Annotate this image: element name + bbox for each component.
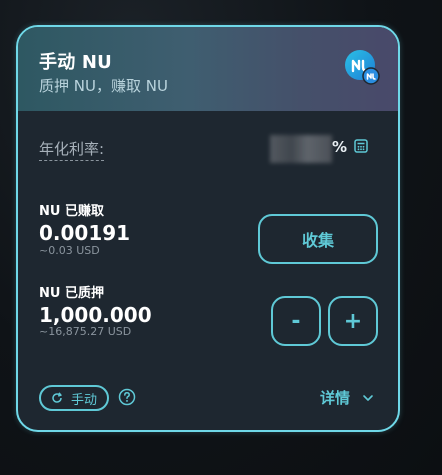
unstake-minus-button[interactable]: - [271, 296, 321, 346]
pool-subtitle: 质押 NU，赚取 NU [39, 77, 168, 95]
earned-label: NU 已赚取 [39, 204, 104, 219]
staked-amount: 1,000.000 [39, 303, 152, 327]
apr-percent-sign: % [332, 138, 348, 156]
details-toggle[interactable]: 详情 [320, 387, 374, 408]
manual-label: 手动 [71, 392, 98, 408]
apr-label: 年化利率: [39, 138, 105, 161]
collect-button[interactable]: 收集 [258, 214, 378, 264]
refresh-icon [52, 392, 62, 403]
chevron-down-icon [363, 394, 373, 401]
question-circle-icon[interactable] [118, 388, 136, 406]
staked-usd-value: ~16,875.27 USD [39, 325, 132, 338]
manual-tag: 手动 [39, 385, 110, 411]
calculator-icon[interactable] [354, 139, 368, 153]
nu-token-icon [345, 50, 380, 85]
earned-usd-value: ~0.03 USD [39, 244, 100, 257]
stake-plus-button[interactable]: + [328, 296, 378, 346]
pool-title: 手动 NU [39, 52, 112, 73]
details-label: 详情 [319, 389, 350, 407]
apr-value-hidden [270, 135, 332, 163]
staked-label: NU 已质押 [39, 286, 104, 301]
pool-card: 手动 NU 质押 NU，赚取 NU 年化利率: % NU 已赚取 0.00191… [16, 25, 400, 432]
page-background: 手动 NU 质押 NU，赚取 NU 年化利率: % NU 已赚取 0.00191… [0, 0, 442, 475]
card-header: 手动 NU 质押 NU，赚取 NU [18, 27, 398, 111]
earned-amount: 0.00191 [39, 221, 131, 245]
